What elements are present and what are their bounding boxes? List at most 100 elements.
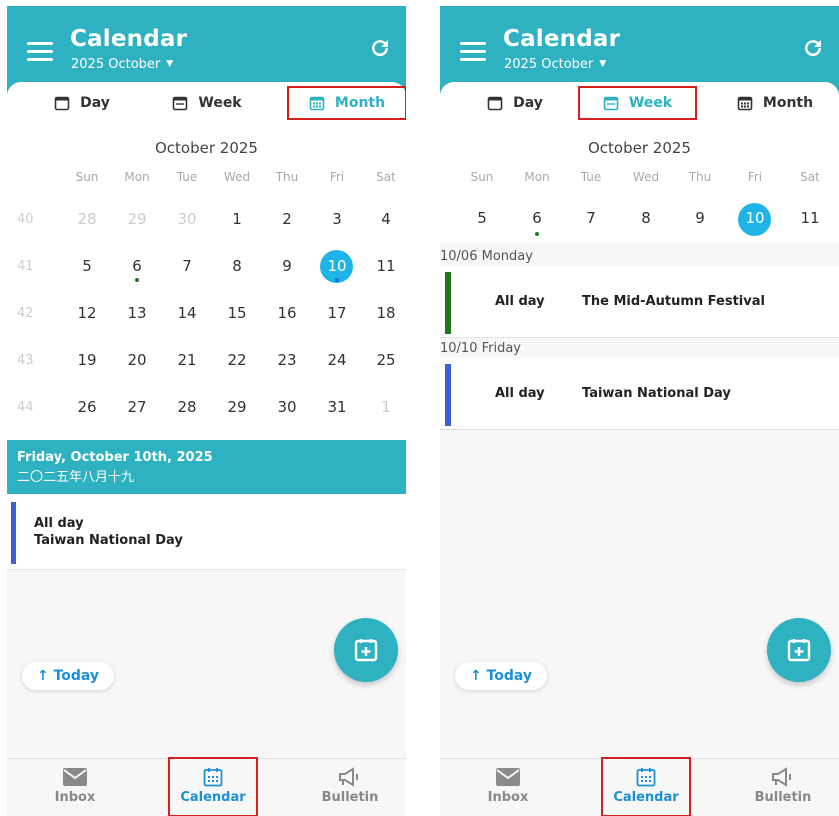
day-cell[interactable]: 30 xyxy=(167,196,207,243)
today-button[interactable]: ↑ Today xyxy=(22,662,114,690)
weekday-label: Fri xyxy=(747,170,763,184)
weekday-label: Sun xyxy=(470,170,494,184)
weekday-label: Sun xyxy=(75,170,99,184)
day-cell[interactable]: 18 xyxy=(366,290,406,337)
day-cell[interactable]: 29 xyxy=(217,384,257,431)
menu-icon[interactable] xyxy=(27,42,53,61)
nav-calendar[interactable]: Calendar xyxy=(601,757,691,816)
day-cell[interactable]: 17 xyxy=(317,290,357,337)
refresh-icon[interactable] xyxy=(368,36,392,60)
day-cell[interactable]: 28 xyxy=(167,384,207,431)
view-tabs: Day Week Month xyxy=(7,82,406,126)
day-cell[interactable]: 20 xyxy=(117,337,157,384)
event-card[interactable]: All day Taiwan National Day xyxy=(7,494,406,570)
week-number: 42 xyxy=(17,306,34,321)
day-cell[interactable]: 7 xyxy=(167,243,207,290)
calendar-week-icon xyxy=(603,96,619,111)
tab-month[interactable]: Month xyxy=(720,88,830,118)
day-cell-selected[interactable]: 10 xyxy=(317,243,357,290)
day-cell[interactable]: 13 xyxy=(117,290,157,337)
event-time: All day xyxy=(34,516,84,531)
week-number: 41 xyxy=(17,259,34,274)
day-cell[interactable]: 4 xyxy=(366,196,406,243)
nav-calendar[interactable]: Calendar xyxy=(168,757,258,816)
nav-inbox[interactable]: Inbox xyxy=(465,759,551,816)
day-cell[interactable]: 2 xyxy=(267,196,307,243)
day-cell[interactable]: 6 xyxy=(517,196,557,240)
view-tabs: Day Week Month xyxy=(440,82,839,126)
event-row[interactable]: All day Taiwan National Day xyxy=(440,358,839,430)
day-cell[interactable]: 8 xyxy=(626,196,666,240)
day-cell[interactable]: 21 xyxy=(167,337,207,384)
today-button[interactable]: ↑ Today xyxy=(455,662,547,690)
tab-month[interactable]: Month xyxy=(287,86,406,120)
weekday-label: Fri xyxy=(329,170,345,184)
day-cell[interactable]: 26 xyxy=(67,384,107,431)
add-event-button[interactable] xyxy=(334,618,398,682)
day-cell[interactable]: 8 xyxy=(217,243,257,290)
tab-day[interactable]: Day xyxy=(37,88,127,118)
menu-icon[interactable] xyxy=(460,42,486,61)
day-cell[interactable]: 3 xyxy=(317,196,357,243)
event-row[interactable]: All day The Mid-Autumn Festival xyxy=(440,266,839,338)
month-selector[interactable]: 2025 October ▼ xyxy=(504,57,606,72)
day-cell[interactable]: 9 xyxy=(680,196,720,240)
day-cell[interactable]: 7 xyxy=(571,196,611,240)
day-cell[interactable]: 11 xyxy=(790,196,830,240)
day-cell[interactable]: 16 xyxy=(267,290,307,337)
weekday-label: Tue xyxy=(176,170,198,184)
day-cell[interactable]: 31 xyxy=(317,384,357,431)
weekday-label: Tue xyxy=(580,170,602,184)
day-cell[interactable]: 9 xyxy=(267,243,307,290)
day-cell[interactable]: 22 xyxy=(217,337,257,384)
event-name: Taiwan National Day xyxy=(34,533,183,548)
tab-week[interactable]: Week xyxy=(578,86,697,120)
event-color-bar xyxy=(11,502,16,564)
day-cell[interactable]: 19 xyxy=(67,337,107,384)
week-view-screen: Calendar 2025 October ▼ Day Week Month Oc… xyxy=(440,6,839,816)
day-number: 10 xyxy=(327,257,347,275)
week-row: 41 5 6 7 8 9 10 11 xyxy=(7,243,406,290)
calendar-month-icon xyxy=(309,96,325,111)
day-cell[interactable]: 5 xyxy=(462,196,502,240)
tab-day-label: Day xyxy=(80,95,110,111)
day-cell[interactable]: 1 xyxy=(366,384,406,431)
day-cell[interactable]: 6 xyxy=(117,243,157,290)
tab-week[interactable]: Week xyxy=(157,88,257,118)
megaphone-icon xyxy=(339,767,358,787)
day-cell[interactable]: 23 xyxy=(267,337,307,384)
event-dot xyxy=(135,278,139,282)
day-cell[interactable]: 5 xyxy=(67,243,107,290)
day-cell[interactable]: 25 xyxy=(366,337,406,384)
refresh-icon[interactable] xyxy=(801,36,825,60)
weekday-label: Wed xyxy=(632,170,660,184)
nav-inbox[interactable]: Inbox xyxy=(32,759,118,816)
weekday-label: Mon xyxy=(124,170,150,184)
selected-date: Friday, October 10th, 2025 xyxy=(17,450,213,465)
nav-bulletin[interactable]: Bulletin xyxy=(307,759,393,816)
day-cell[interactable]: 28 xyxy=(67,196,107,243)
day-cell[interactable]: 30 xyxy=(267,384,307,431)
week-row: 40 28 29 30 1 2 3 4 xyxy=(7,196,406,243)
day-cell[interactable]: 15 xyxy=(217,290,257,337)
month-selector[interactable]: 2025 October ▼ xyxy=(71,57,173,72)
add-event-button[interactable] xyxy=(767,618,831,682)
day-cell-selected[interactable]: 10 xyxy=(735,196,775,240)
day-cell[interactable]: 11 xyxy=(366,243,406,290)
day-cell[interactable]: 1 xyxy=(217,196,257,243)
day-cell[interactable]: 24 xyxy=(317,337,357,384)
day-cell[interactable]: 12 xyxy=(67,290,107,337)
nav-bulletin[interactable]: Bulletin xyxy=(740,759,826,816)
nav-calendar-label: Calendar xyxy=(613,790,679,805)
week-strip: October 2025 Sun Mon Tue Wed Thu Fri Sat… xyxy=(440,126,839,242)
day-number: 6 xyxy=(532,209,542,227)
tab-day[interactable]: Day xyxy=(470,88,560,118)
calendar-title: October 2025 xyxy=(588,139,691,157)
weekday-header: Sun Mon Tue Wed Thu Fri Sat xyxy=(7,170,406,196)
tab-month-label: Month xyxy=(334,95,386,111)
day-cell[interactable]: 29 xyxy=(117,196,157,243)
event-time: All day xyxy=(495,294,545,309)
day-cell[interactable]: 27 xyxy=(117,384,157,431)
app-title: Calendar xyxy=(70,26,188,52)
day-cell[interactable]: 14 xyxy=(167,290,207,337)
